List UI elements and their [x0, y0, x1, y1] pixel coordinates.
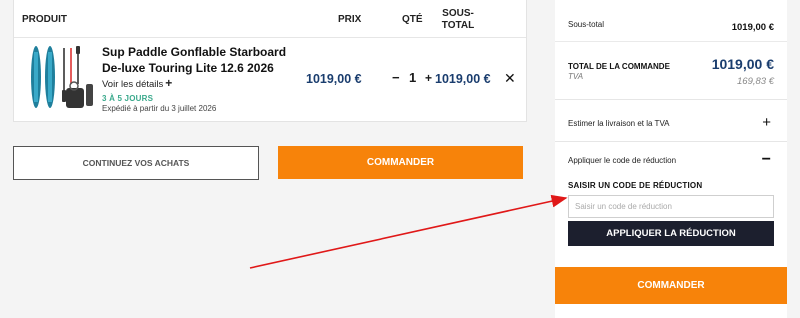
header-qty: QTÉ — [402, 14, 423, 25]
close-icon[interactable]: ✕ — [504, 70, 516, 87]
header-subtotal: SOUS-TOTAL — [441, 8, 475, 31]
details-label: Voir les détails — [102, 79, 164, 90]
cart-header: PRODUIT PRIX QTÉ SOUS-TOTAL — [14, 0, 526, 38]
discount-code-input[interactable] — [568, 195, 774, 218]
product-name[interactable]: Sup Paddle Gonflable Starboard De-luxe T… — [102, 44, 290, 76]
order-summary: Sous-total 1019,00 € TOTAL DE LA COMMAND… — [555, 0, 787, 318]
shipping-estimate-label: Estimer la livraison et la TVA — [568, 119, 670, 128]
product-image[interactable] — [26, 44, 98, 110]
total-label: TOTAL DE LA COMMANDE — [568, 62, 670, 71]
increase-qty-button[interactable]: + — [425, 71, 432, 85]
shipping-estimate-toggle[interactable]: Estimer la livraison et la TVA + — [555, 100, 787, 142]
item-price: 1019,00 € — [306, 72, 362, 86]
cart-table: PRODUIT PRIX QTÉ SOUS-TOTAL Sup Paddle G… — [13, 0, 527, 122]
quantity-value[interactable]: 1 — [409, 70, 416, 85]
item-subtotal: 1019,00 € — [435, 72, 491, 86]
header-product: PRODUIT — [22, 14, 67, 25]
summary-total-row: TOTAL DE LA COMMANDE TVA 1019,00 € 169,8… — [555, 42, 787, 100]
tva-value: 169,83 € — [737, 76, 774, 87]
discount-code-toggle[interactable]: Appliquer le code de réduction − — [555, 142, 787, 178]
continue-shopping-button[interactable]: CONTINUEZ VOS ACHATS — [13, 146, 259, 180]
discount-code-title: SAISIR UN CODE DE RÉDUCTION — [568, 181, 703, 190]
summary-subtotal-row: Sous-total 1019,00 € — [555, 0, 787, 42]
apply-discount-button[interactable]: APPLIQUER LA RÉDUCTION — [568, 221, 774, 246]
expand-plus-icon[interactable]: + — [762, 114, 771, 131]
details-toggle[interactable]: Voir les détails + — [102, 76, 172, 90]
decrease-qty-button[interactable]: − — [392, 70, 400, 85]
tva-label: TVA — [568, 72, 584, 81]
plus-icon: + — [165, 76, 173, 90]
subtotal-label: Sous-total — [568, 20, 605, 29]
page-margin — [787, 0, 800, 318]
shipping-date: Expédié à partir du 3 juillet 2026 — [102, 104, 217, 113]
discount-code-label: Appliquer le code de réduction — [568, 156, 677, 165]
collapse-minus-icon[interactable]: − — [762, 151, 771, 169]
delivery-delay: 3 À 5 JOURS — [102, 94, 154, 103]
checkout-button[interactable]: COMMANDER — [278, 146, 523, 179]
header-price: PRIX — [338, 14, 362, 25]
subtotal-value: 1019,00 € — [731, 22, 774, 33]
summary-checkout-button[interactable]: COMMANDER — [555, 267, 787, 304]
total-value: 1019,00 € — [711, 56, 774, 72]
